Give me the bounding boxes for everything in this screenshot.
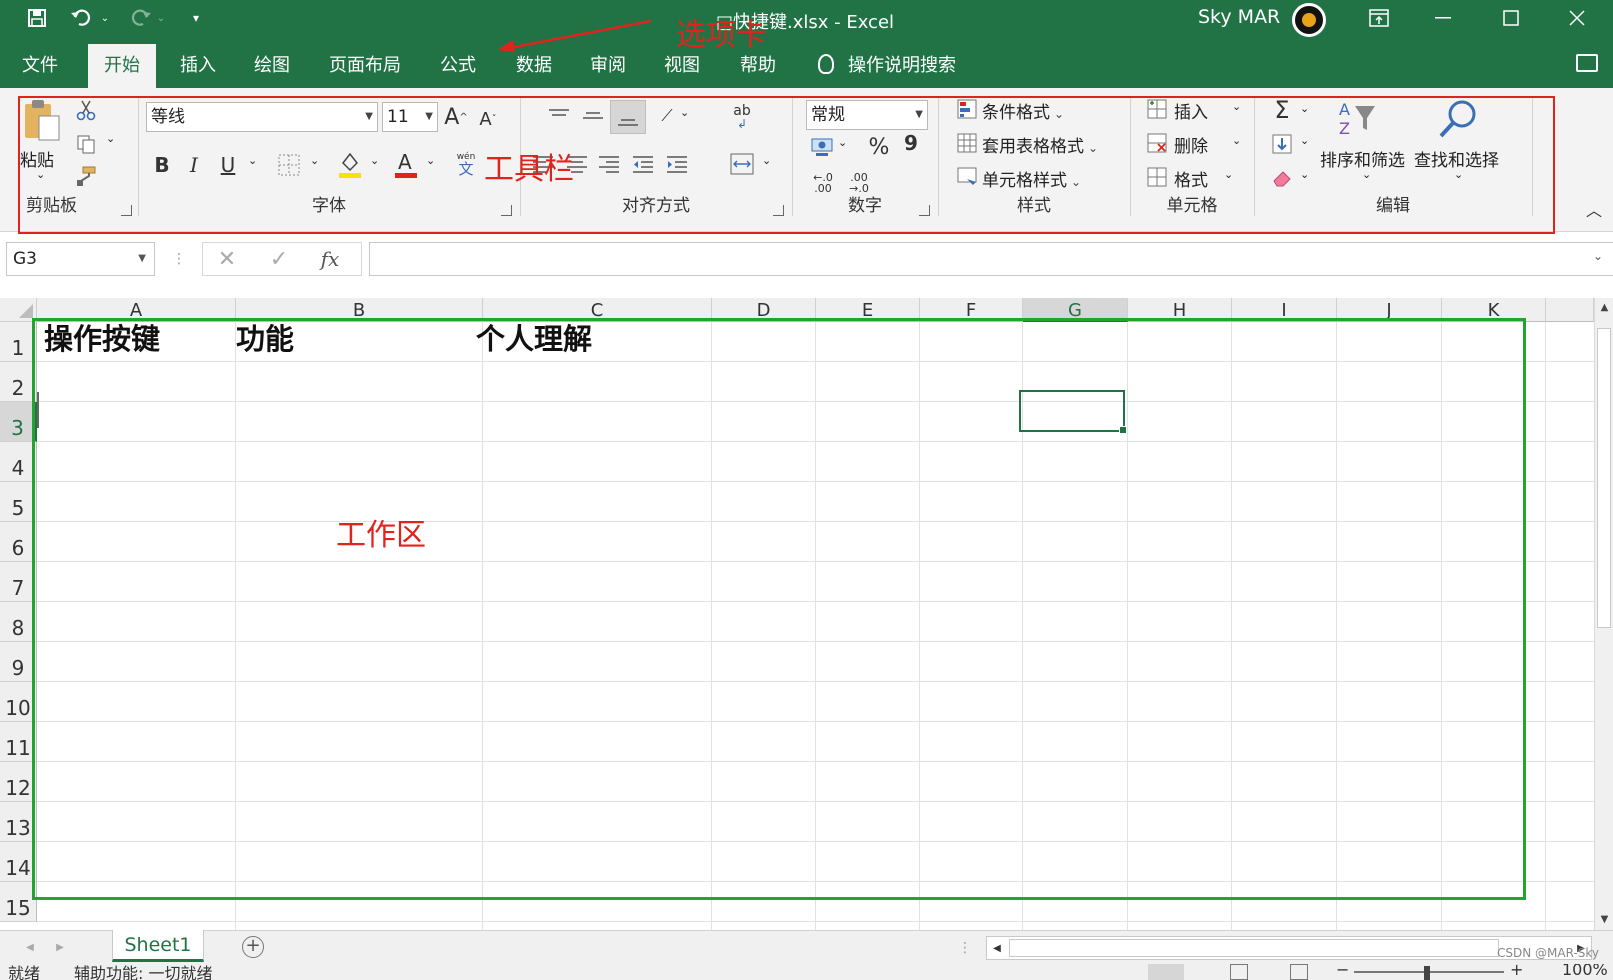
undo-dropdown-icon[interactable]: ⌄ <box>98 4 112 32</box>
page-layout-view-icon[interactable] <box>1230 964 1248 980</box>
gridline-vertical <box>1545 322 1546 930</box>
gridline-horizontal <box>37 921 1594 922</box>
minimize-icon[interactable] <box>1420 0 1466 36</box>
add-sheet-icon[interactable]: + <box>242 936 264 958</box>
next-sheet-icon[interactable]: ▶ <box>52 937 68 957</box>
column-header-blank[interactable] <box>1546 298 1594 322</box>
insert-function-button[interactable]: fx <box>315 245 345 273</box>
save-icon[interactable] <box>22 4 52 32</box>
status-ready: 就绪 <box>8 964 41 980</box>
sheet-tab-bar: ◀ ▶ Sheet1 + ⋮ ◀ ▶ <box>0 930 1613 964</box>
formula-bar: G3 ▼ ⋮ ✕ ✓ fx ⌄ <box>0 232 1613 288</box>
normal-view-icon[interactable] <box>1148 964 1184 980</box>
tell-me-label: 操作说明搜索 <box>848 55 956 76</box>
cancel-icon[interactable]: ✕ <box>213 245 241 273</box>
split-handle-icon[interactable]: ⋮ <box>958 937 972 959</box>
formula-buttons: ✕ ✓ fx <box>202 242 362 276</box>
excel-window: ⌄ ⌄ ▾ □快捷键.xlsx - Excel Sky MAR 文件 开始 插入… <box>0 0 1613 980</box>
tab-file[interactable]: 文件 <box>10 44 70 88</box>
name-box[interactable]: G3 ▼ <box>6 242 155 276</box>
workarea-highlight <box>32 318 1526 900</box>
tabs-annotation: 选项卡 <box>676 18 766 53</box>
tell-me-search[interactable]: 操作说明搜索 <box>818 44 956 88</box>
zoom-slider-handle[interactable] <box>1424 966 1430 980</box>
zoom-level[interactable]: 100% <box>1562 964 1608 979</box>
tab-page-layout[interactable]: 页面布局 <box>317 44 413 88</box>
ribbon-display-options-icon[interactable] <box>1356 0 1402 36</box>
page-break-view-icon[interactable] <box>1290 964 1308 980</box>
collapse-ribbon-icon[interactable]: ︿ <box>1584 200 1604 220</box>
sheet-tab-sheet1[interactable]: Sheet1 <box>112 930 204 962</box>
tab-formulas[interactable]: 公式 <box>428 44 488 88</box>
scroll-down-icon[interactable]: ▼ <box>1595 910 1613 930</box>
vertical-scrollbar[interactable]: ▲ ▼ <box>1594 298 1613 930</box>
user-name[interactable]: Sky MAR <box>1198 6 1280 28</box>
avatar[interactable] <box>1292 3 1326 37</box>
zoom-out-icon[interactable]: − <box>1336 964 1349 979</box>
scroll-left-icon[interactable]: ◀ <box>989 939 1005 957</box>
status-bar: 就绪 辅助功能: 一切就绪 − + 100% <box>0 964 1613 980</box>
toolbar-annotation: 工具栏 <box>484 152 574 187</box>
undo-icon[interactable] <box>64 4 100 32</box>
title-bar: ⌄ ⌄ ▾ □快捷键.xlsx - Excel Sky MAR <box>0 0 1613 40</box>
redo-dropdown-icon[interactable]: ⌄ <box>154 4 168 32</box>
workarea-annotation: 工作区 <box>336 518 426 553</box>
vertical-scroll-thumb[interactable] <box>1597 328 1611 628</box>
lightbulb-icon <box>818 54 834 74</box>
zoom-in-icon[interactable]: + <box>1510 964 1523 979</box>
formula-input[interactable]: ⌄ <box>369 242 1613 276</box>
accessibility-status[interactable]: 辅助功能: 一切就绪 <box>74 964 212 980</box>
name-box-value: G3 <box>13 249 37 269</box>
toolbar-highlight <box>18 96 1555 234</box>
comments-icon[interactable] <box>1576 54 1598 72</box>
horizontal-scroll-thumb[interactable] <box>1009 939 1499 957</box>
arrow-icon <box>497 19 652 52</box>
expand-formula-icon[interactable]: ⌄ <box>1593 249 1603 263</box>
ribbon-tab-bar: 文件 开始 插入 绘图 页面布局 公式 数据 审阅 视图 帮助 操作说明搜索 <box>0 40 1613 88</box>
chevron-down-icon: ▼ <box>138 253 146 264</box>
tab-insert[interactable]: 插入 <box>168 44 228 88</box>
tab-home[interactable]: 开始 <box>88 44 156 88</box>
enter-icon[interactable]: ✓ <box>265 245 293 273</box>
tab-draw[interactable]: 绘图 <box>242 44 302 88</box>
customize-toolbar-icon[interactable]: ▾ <box>186 4 206 32</box>
maximize-icon[interactable] <box>1488 0 1534 36</box>
scroll-up-icon[interactable]: ▲ <box>1595 298 1613 318</box>
redo-icon[interactable] <box>122 4 158 32</box>
close-icon[interactable] <box>1554 0 1600 36</box>
watermark: CSDN @MAR-Sky <box>1496 946 1599 960</box>
resize-handle-icon[interactable]: ⋮ <box>172 244 186 274</box>
prev-sheet-icon[interactable]: ◀ <box>22 937 38 957</box>
